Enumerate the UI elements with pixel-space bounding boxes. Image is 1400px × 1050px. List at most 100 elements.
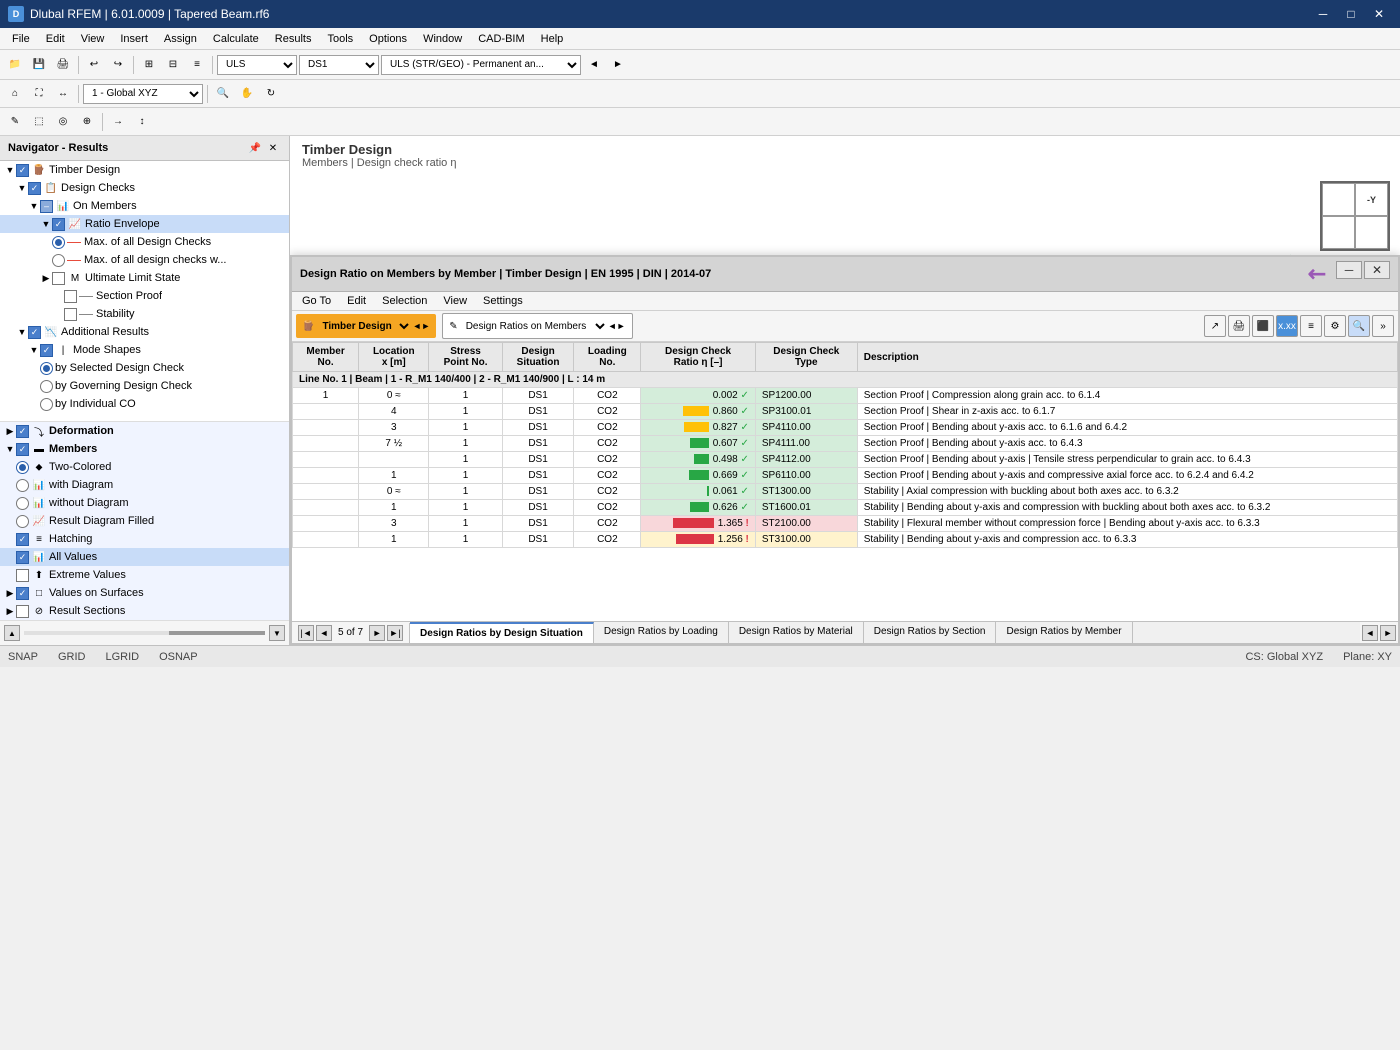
expand-members[interactable]: ▼ — [4, 443, 16, 455]
prev-ds-button[interactable]: ◄ — [583, 54, 605, 76]
toolbar-btn-undo[interactable]: ↩ — [83, 54, 105, 76]
results-tb-export[interactable]: ↗ — [1204, 315, 1226, 337]
results-combo-1[interactable]: Timber Design — [314, 316, 412, 336]
results-tb-print[interactable]: 🖨 — [1228, 315, 1250, 337]
nav-item-by-selected[interactable]: by Selected Design Check — [0, 359, 289, 377]
expand-section-proof[interactable] — [52, 290, 64, 302]
results-menu-selection[interactable]: Selection — [378, 294, 431, 308]
nav-item-without-diagram[interactable]: 📊 without Diagram — [0, 494, 289, 512]
nav-item-extreme-values[interactable]: ⬆ Extreme Values — [0, 566, 289, 584]
table-row[interactable]: 0 ≈ 1 DS1 CO2 0.061 ✓ ST1300.00 Stabilit… — [293, 484, 1398, 500]
toolbar-btn-1[interactable]: 📁 — [4, 54, 26, 76]
toolbar-btn-2[interactable]: 💾 — [28, 54, 50, 76]
radio-max-all[interactable] — [52, 236, 65, 249]
close-button[interactable]: ✕ — [1366, 5, 1392, 23]
table-row[interactable]: 1 1 DS1 CO2 1.256 ! ST3100.00 Stability … — [293, 532, 1398, 548]
results-tb-lock[interactable]: 🔍 — [1348, 315, 1370, 337]
menu-file[interactable]: File — [4, 31, 38, 47]
toolbar-btn-redo[interactable]: ↪ — [107, 54, 129, 76]
pagination[interactable]: |◄ ◄ 5 of 7 ► ►| — [292, 623, 410, 643]
tb2-btn-rotate[interactable]: ↻ — [260, 83, 282, 105]
nav-item-stability[interactable]: Stability — [0, 305, 289, 323]
tb2-btn-zoom[interactable]: 🔍 — [212, 83, 234, 105]
nav-pin-button[interactable]: 📌 — [247, 140, 263, 156]
nav-item-design-checks[interactable]: ▼ ✓ 📋 Design Checks — [0, 179, 289, 197]
minimize-button[interactable]: ─ — [1310, 5, 1336, 23]
checkbox-hatching[interactable]: ✓ — [16, 533, 29, 546]
table-row[interactable]: 1 DS1 CO2 0.498 ✓ SP4112.00 Section Proo… — [293, 452, 1398, 468]
menu-view[interactable]: View — [73, 31, 113, 47]
checkbox-on-members[interactable]: – — [40, 200, 53, 213]
checkbox-extreme-values[interactable] — [16, 569, 29, 582]
expand-timber[interactable]: ▼ — [4, 164, 16, 176]
combo1-prev[interactable]: ◄ — [412, 321, 421, 331]
tb2-btn-2[interactable]: ⛶ — [28, 83, 50, 105]
menu-insert[interactable]: Insert — [112, 31, 156, 47]
menu-options[interactable]: Options — [361, 31, 415, 47]
results-tb-more[interactable]: » — [1372, 315, 1394, 337]
nav-item-mode-shapes[interactable]: ▼ ✓ | Mode Shapes — [0, 341, 289, 359]
tab-nav[interactable]: ◄ ► — [1360, 623, 1398, 643]
combo2-next[interactable]: ► — [617, 321, 626, 331]
nav-item-deformation[interactable]: ▶ ✓ ⤵ Deformation — [0, 421, 289, 440]
menu-window[interactable]: Window — [415, 31, 470, 47]
table-row[interactable]: 3 1 DS1 CO2 1.365 ! ST2100.00 Stability … — [293, 516, 1398, 532]
page-next[interactable]: ► — [369, 625, 385, 641]
checkbox-values-surfaces[interactable]: ✓ — [16, 587, 29, 600]
table-row[interactable]: 3 1 DS1 CO2 0.827 ✓ SP4110.00 Section Pr… — [293, 420, 1398, 436]
tb3-btn-2[interactable]: ⬚ — [28, 111, 50, 133]
combo2-prev[interactable]: ◄ — [608, 321, 617, 331]
expand-result-sections[interactable]: ▶ — [4, 605, 16, 617]
checkbox-all-values[interactable]: ✓ — [16, 551, 29, 564]
page-last[interactable]: ►| — [387, 625, 403, 641]
menu-edit[interactable]: Edit — [38, 31, 73, 47]
tab-by-material[interactable]: Design Ratios by Material — [729, 622, 864, 643]
results-tb-numbers[interactable]: x.xx — [1276, 315, 1298, 337]
expand-stability[interactable] — [52, 308, 64, 320]
expand-design-checks[interactable]: ▼ — [16, 182, 28, 194]
toolbar-btn-5[interactable]: ⊟ — [162, 54, 184, 76]
nav-item-timber-design[interactable]: ▼ ✓ 🪵 Timber Design — [0, 161, 289, 179]
menu-assign[interactable]: Assign — [156, 31, 205, 47]
table-row[interactable]: 1 0 ≈ 1 DS1 CO2 0.002 ✓ SP1200.00 Sectio… — [293, 388, 1398, 404]
radio-by-individual[interactable] — [40, 398, 53, 411]
menu-tools[interactable]: Tools — [319, 31, 361, 47]
design-situation-combo[interactable]: ULS (STR/GEO) - Permanent an... — [381, 55, 581, 75]
radio-by-governing[interactable] — [40, 380, 53, 393]
expand-values-surfaces[interactable]: ▶ — [4, 587, 16, 599]
toolbar-btn-4[interactable]: ⊞ — [138, 54, 160, 76]
table-row[interactable]: 1 1 DS1 CO2 0.626 ✓ ST1600.01 Stability … — [293, 500, 1398, 516]
results-title-buttons[interactable]: ↙ ─ ✕ — [1308, 261, 1390, 287]
nav-item-members[interactable]: ▼ ✓ ▬ Members — [0, 440, 289, 458]
table-row[interactable]: 4 1 DS1 CO2 0.860 ✓ SP3100.01 Section Pr… — [293, 404, 1398, 420]
results-combo-2[interactable]: Design Ratios on Members — [458, 316, 608, 336]
tab-by-design-situation[interactable]: Design Ratios by Design Situation — [410, 622, 594, 643]
nav-item-by-governing[interactable]: by Governing Design Check — [0, 377, 289, 395]
nav-controls[interactable]: 📌 ✕ — [247, 140, 281, 156]
menu-results[interactable]: Results — [267, 31, 320, 47]
tab-by-loading[interactable]: Design Ratios by Loading — [594, 622, 729, 643]
next-ds-button[interactable]: ► — [607, 54, 629, 76]
checkbox-ratio-envelope[interactable]: ✓ — [52, 218, 65, 231]
table-container[interactable]: MemberNo. Locationx [m] StressPoint No. … — [292, 342, 1398, 621]
results-menu-goto[interactable]: Go To — [298, 294, 335, 308]
nav-item-values-surfaces[interactable]: ▶ ✓ □ Values on Surfaces — [0, 584, 289, 602]
nav-close-button[interactable]: ✕ — [265, 140, 281, 156]
expand-ratio-envelope[interactable]: ▼ — [40, 218, 52, 230]
expand-mode-shapes[interactable]: ▼ — [28, 344, 40, 356]
radio-by-selected[interactable] — [40, 362, 53, 375]
checkbox-result-sections[interactable] — [16, 605, 29, 618]
nav-item-ratio-envelope[interactable]: ▼ ✓ 📈 Ratio Envelope — [0, 215, 289, 233]
table-row[interactable]: 7 ½ 1 DS1 CO2 0.607 ✓ SP4111.00 Section … — [293, 436, 1398, 452]
tb3-btn-6[interactable]: ↕ — [131, 111, 153, 133]
nav-item-with-diagram[interactable]: 📊 with Diagram — [0, 476, 289, 494]
nav-item-section-proof[interactable]: Section Proof — [0, 287, 289, 305]
radio-result-diagram-filled[interactable] — [16, 515, 29, 528]
uls-combo[interactable]: ULS — [217, 55, 297, 75]
radio-without-diagram[interactable] — [16, 497, 29, 510]
nav-item-all-values[interactable]: ✓ 📊 All Values — [0, 548, 289, 566]
expand-additional[interactable]: ▼ — [16, 326, 28, 338]
results-close-button[interactable]: ✕ — [1364, 261, 1390, 279]
checkbox-uls[interactable] — [52, 272, 65, 285]
toolbar-btn-6[interactable]: ≡ — [186, 54, 208, 76]
